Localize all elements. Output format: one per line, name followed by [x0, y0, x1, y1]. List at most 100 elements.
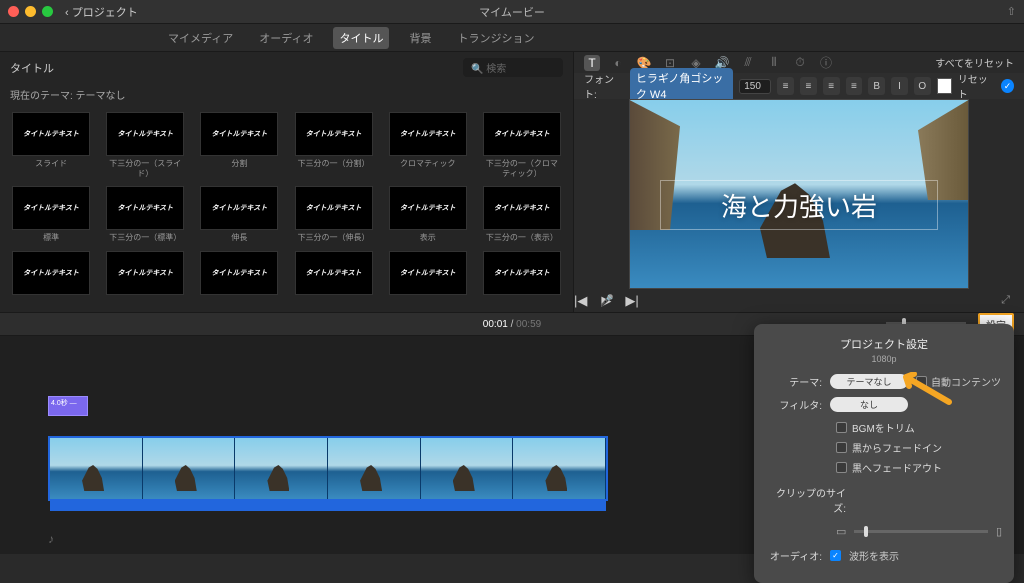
next-button[interactable]: ▶| — [625, 293, 638, 309]
fadein-checkbox[interactable] — [836, 442, 847, 453]
title-thumb[interactable]: タイトルテキスト分割 — [198, 112, 280, 178]
thumb-caption: 分割 — [231, 159, 247, 169]
zoom-icon[interactable] — [42, 6, 53, 17]
title-thumb[interactable]: タイトルテキスト — [198, 251, 280, 298]
share-icon[interactable]: ⇧ — [1007, 5, 1016, 18]
thumb-preview: タイトルテキスト — [389, 112, 467, 156]
titlebar: ‹ プロジェクト マイムービー ⇧ — [0, 0, 1024, 24]
info-icon[interactable]: ⓘ — [818, 55, 834, 71]
align-left-icon[interactable]: ≡ — [777, 77, 794, 95]
title-thumb[interactable]: タイトルテキスト — [10, 251, 92, 298]
fullscreen-icon[interactable]: ⤢ — [1001, 294, 1010, 307]
bgm-trim-checkbox[interactable] — [836, 422, 847, 433]
thumb-preview: タイトルテキスト — [295, 251, 373, 295]
font-reset-button[interactable]: リセット — [958, 71, 995, 101]
thumb-caption: 下三分の一（標準） — [109, 233, 181, 243]
thumb-caption: 下三分の一（表示） — [486, 233, 558, 243]
outline-button[interactable]: O — [914, 77, 931, 95]
thumb-preview: タイトルテキスト — [200, 251, 278, 295]
close-icon[interactable] — [8, 6, 19, 17]
audio-track[interactable] — [50, 499, 606, 511]
font-bar: フォント: ヒラギノ角ゴシック W4 ≡ ≡ ≡ ≡ B I O リセット ✓ — [574, 73, 1024, 99]
title-text-box[interactable]: 海と力強い岩 — [660, 180, 938, 230]
clipsize-label: クリップのサイズ: — [766, 485, 846, 515]
music-track-icon[interactable]: ♪ — [48, 532, 54, 546]
text-inspector-icon[interactable]: T — [584, 55, 600, 71]
mic-icon[interactable]: 🎤 — [600, 294, 614, 307]
thumb-caption: 下三分の一（伸長） — [298, 233, 370, 243]
browser-label: タイトル — [10, 60, 54, 76]
speed-icon[interactable]: ⏱ — [792, 55, 808, 71]
title-thumb[interactable]: タイトルテキスト下三分の一（伸長） — [292, 186, 374, 243]
title-thumb[interactable]: タイトルテキスト下三分の一（分割） — [292, 112, 374, 178]
title-thumb[interactable]: タイトルテキスト表示 — [387, 186, 469, 243]
video-clip[interactable] — [48, 436, 608, 501]
thumb-preview: タイトルテキスト — [12, 186, 90, 230]
title-thumb[interactable]: タイトルテキスト — [387, 251, 469, 298]
popover-resolution: 1080p — [766, 354, 1002, 364]
align-right-icon[interactable]: ≡ — [823, 77, 840, 95]
title-thumb[interactable]: タイトルテキスト下三分の一（スライド） — [104, 112, 186, 178]
align-center-icon[interactable]: ≡ — [800, 77, 817, 95]
font-label: フォント: — [584, 71, 624, 101]
apply-check-icon[interactable]: ✓ — [1001, 79, 1014, 93]
title-thumb[interactable]: タイトルテキストスライド — [10, 112, 92, 178]
fadeout-checkbox[interactable] — [836, 462, 847, 473]
large-thumb-icon: ▯ — [996, 525, 1002, 538]
waveform-checkbox[interactable]: ✓ — [830, 550, 841, 561]
reset-all-button[interactable]: すべてをリセット — [935, 55, 1014, 70]
noise-icon[interactable]: ⫻ — [740, 55, 756, 71]
bold-button[interactable]: B — [868, 77, 885, 95]
media-tabs: マイメディア オーディオ タイトル 背景 トランジション — [0, 24, 1024, 52]
title-thumb[interactable]: タイトルテキスト伸長 — [198, 186, 280, 243]
minimize-icon[interactable] — [25, 6, 36, 17]
align-justify-icon[interactable]: ≡ — [846, 77, 863, 95]
thumb-caption: クロマティック — [400, 159, 456, 169]
audio-row-label: オーディオ: — [766, 548, 822, 563]
title-thumb[interactable]: タイトルテキスト下三分の一（標準） — [104, 186, 186, 243]
title-thumb[interactable]: タイトルテキスト下三分の一（表示） — [481, 186, 563, 243]
timecode: 00:01 / 00:59 — [483, 319, 541, 330]
thumb-preview: タイトルテキスト — [200, 186, 278, 230]
thumb-preview: タイトルテキスト — [106, 251, 184, 295]
thumb-caption: 標準 — [43, 233, 59, 243]
thumb-preview: タイトルテキスト — [200, 112, 278, 156]
title-clip[interactable]: 4.0秒 — — [48, 396, 88, 416]
preview-viewer[interactable]: 海と力強い岩 — [574, 99, 1024, 289]
title-thumb[interactable]: タイトルテキスト — [481, 251, 563, 298]
filter-row-label: フィルタ: — [766, 397, 822, 412]
viewer-panel: T ◐ 🎨 ⊡ ◈ 🔊 ⫻ ⫴ ⏱ ⓘ すべてをリセット フォント: ヒラギノ角… — [574, 52, 1024, 312]
tab-media[interactable]: マイメディア — [162, 27, 239, 49]
tab-titles[interactable]: タイトル — [333, 27, 389, 49]
thumb-caption: 下三分の一（クロマティック） — [483, 159, 561, 178]
popover-title: プロジェクト設定 — [766, 336, 1002, 352]
prev-button[interactable]: |◀ — [574, 293, 587, 309]
window-controls — [8, 6, 53, 17]
playback-controls: 🎤 |◀ ▶ ▶| ⤢ — [574, 289, 1024, 312]
tab-backgrounds[interactable]: 背景 — [403, 27, 437, 49]
title-thumb[interactable]: タイトルテキスト — [292, 251, 374, 298]
color-swatch[interactable] — [937, 78, 952, 94]
thumb-preview: タイトルテキスト — [389, 251, 467, 295]
search-input[interactable]: 🔍 検索 — [463, 58, 563, 77]
font-size-input[interactable] — [739, 79, 771, 94]
eq-icon[interactable]: ⫴ — [766, 55, 782, 71]
back-button[interactable]: ‹ プロジェクト — [65, 4, 138, 20]
thumb-caption: 表示 — [420, 233, 436, 243]
thumb-preview: タイトルテキスト — [483, 251, 561, 295]
title-thumb[interactable]: タイトルテキスト下三分の一（クロマティック） — [481, 112, 563, 178]
italic-button[interactable]: I — [891, 77, 908, 95]
clipsize-slider[interactable] — [854, 530, 988, 533]
thumb-preview: タイトルテキスト — [106, 186, 184, 230]
window-title: マイムービー — [479, 4, 545, 20]
title-thumb[interactable]: タイトルテキスト — [104, 251, 186, 298]
title-thumb[interactable]: タイトルテキスト標準 — [10, 186, 92, 243]
thumb-caption: スライド — [35, 159, 67, 169]
small-thumb-icon: ▭ — [836, 525, 846, 538]
titles-browser: タイトル 🔍 検索 現在のテーマ: テーマなし タイトルテキストスライドタイトル… — [0, 52, 574, 312]
color-balance-icon[interactable]: ◐ — [610, 55, 626, 71]
tab-audio[interactable]: オーディオ — [253, 27, 319, 49]
tab-transitions[interactable]: トランジション — [451, 27, 540, 49]
theme-row-label: テーマ: — [766, 374, 822, 389]
title-thumb[interactable]: タイトルテキストクロマティック — [387, 112, 469, 178]
